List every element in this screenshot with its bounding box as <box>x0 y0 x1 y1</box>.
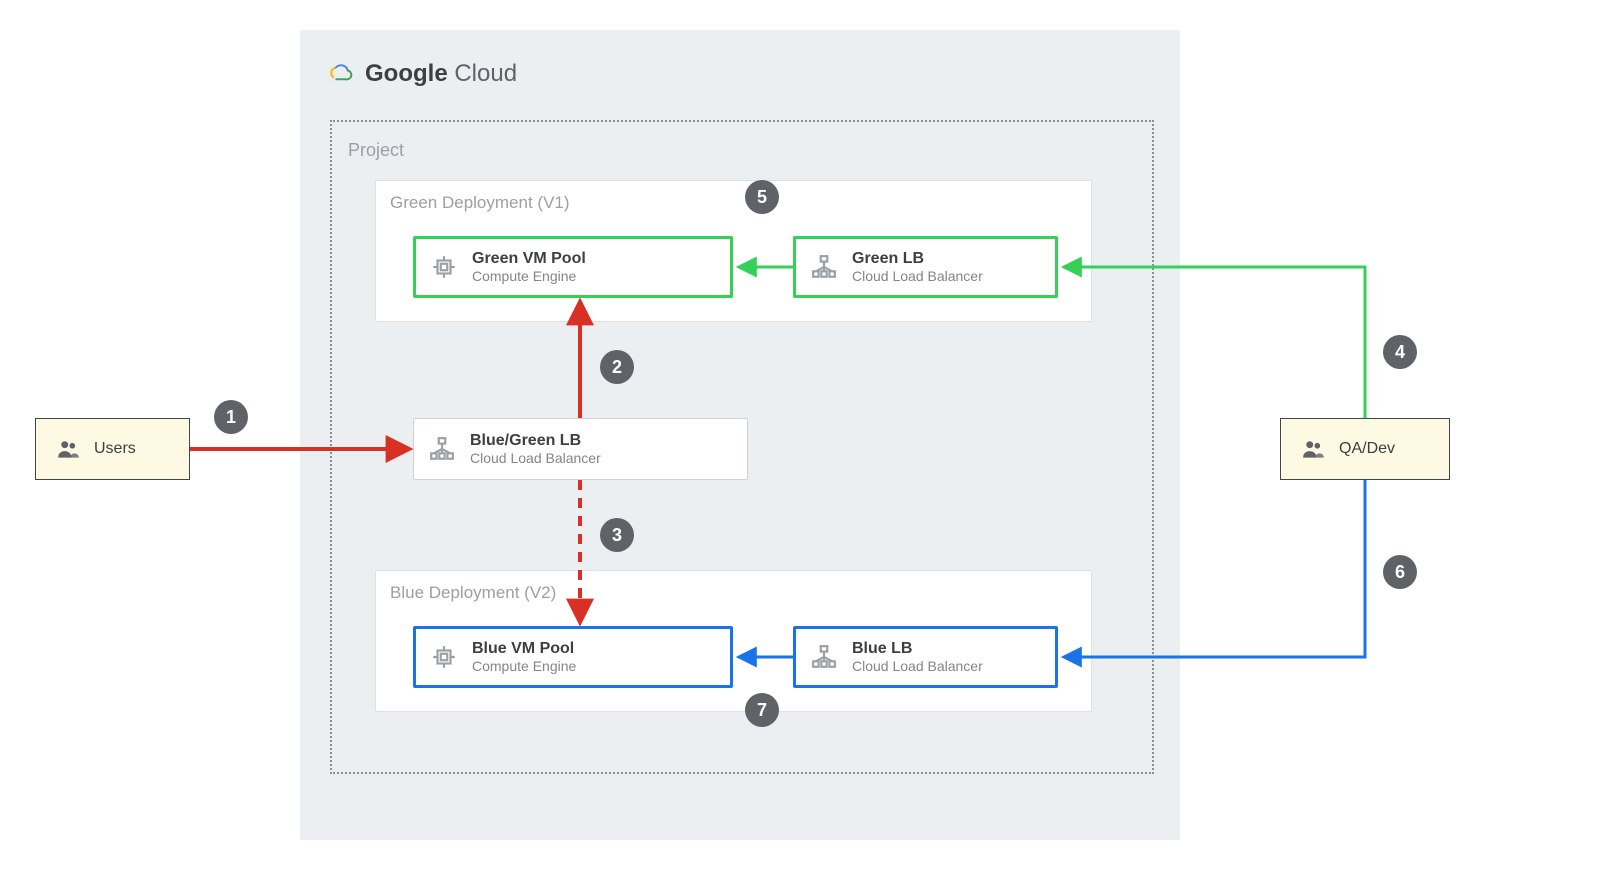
blue-lb: Blue LB Cloud Load Balancer <box>793 626 1058 688</box>
step-badge-7: 7 <box>745 693 779 727</box>
green-vm-sub: Compute Engine <box>472 268 586 285</box>
compute-engine-icon <box>430 253 458 281</box>
blue-vm-pool: Blue VM Pool Compute Engine <box>413 626 733 688</box>
users-actor: Users <box>35 418 190 480</box>
compute-engine-icon <box>430 643 458 671</box>
blue-green-lb: Blue/Green LB Cloud Load Balancer <box>413 418 748 480</box>
blue-vm-sub: Compute Engine <box>472 658 576 675</box>
step-badge-3: 3 <box>600 518 634 552</box>
blue-vm-title: Blue VM Pool <box>472 639 576 658</box>
green-lb-sub: Cloud Load Balancer <box>852 268 983 285</box>
green-deployment-label: Green Deployment (V1) <box>390 193 570 213</box>
diagram-stage: Google Cloud Project Green Deployment (V… <box>0 0 1600 891</box>
load-balancer-icon <box>810 643 838 671</box>
green-vm-title: Green VM Pool <box>472 249 586 268</box>
blue-lb-sub: Cloud Load Balancer <box>852 658 983 675</box>
load-balancer-icon <box>810 253 838 281</box>
step-badge-4: 4 <box>1383 335 1417 369</box>
qa-dev-label: QA/Dev <box>1339 440 1395 458</box>
users-icon <box>1299 435 1327 463</box>
project-label: Project <box>348 140 404 161</box>
step-badge-1: 1 <box>214 400 248 434</box>
brand-text: Google Cloud <box>365 60 517 88</box>
load-balancer-icon <box>428 435 456 463</box>
google-cloud-header: Google Cloud <box>325 60 517 88</box>
bg-lb-title: Blue/Green LB <box>470 431 601 450</box>
brand-cloud: Cloud <box>454 60 517 87</box>
step-badge-2: 2 <box>600 350 634 384</box>
bg-lb-sub: Cloud Load Balancer <box>470 450 601 467</box>
step-badge-6: 6 <box>1383 555 1417 589</box>
users-label: Users <box>94 440 136 458</box>
green-vm-pool: Green VM Pool Compute Engine <box>413 236 733 298</box>
green-lb-title: Green LB <box>852 249 983 268</box>
users-icon <box>54 435 82 463</box>
google-cloud-logo-icon <box>325 60 353 88</box>
step-badge-5: 5 <box>745 180 779 214</box>
blue-lb-title: Blue LB <box>852 639 983 658</box>
blue-deployment-label: Blue Deployment (V2) <box>390 583 556 603</box>
qa-dev-actor: QA/Dev <box>1280 418 1450 480</box>
brand-google: Google <box>365 60 448 87</box>
green-lb: Green LB Cloud Load Balancer <box>793 236 1058 298</box>
